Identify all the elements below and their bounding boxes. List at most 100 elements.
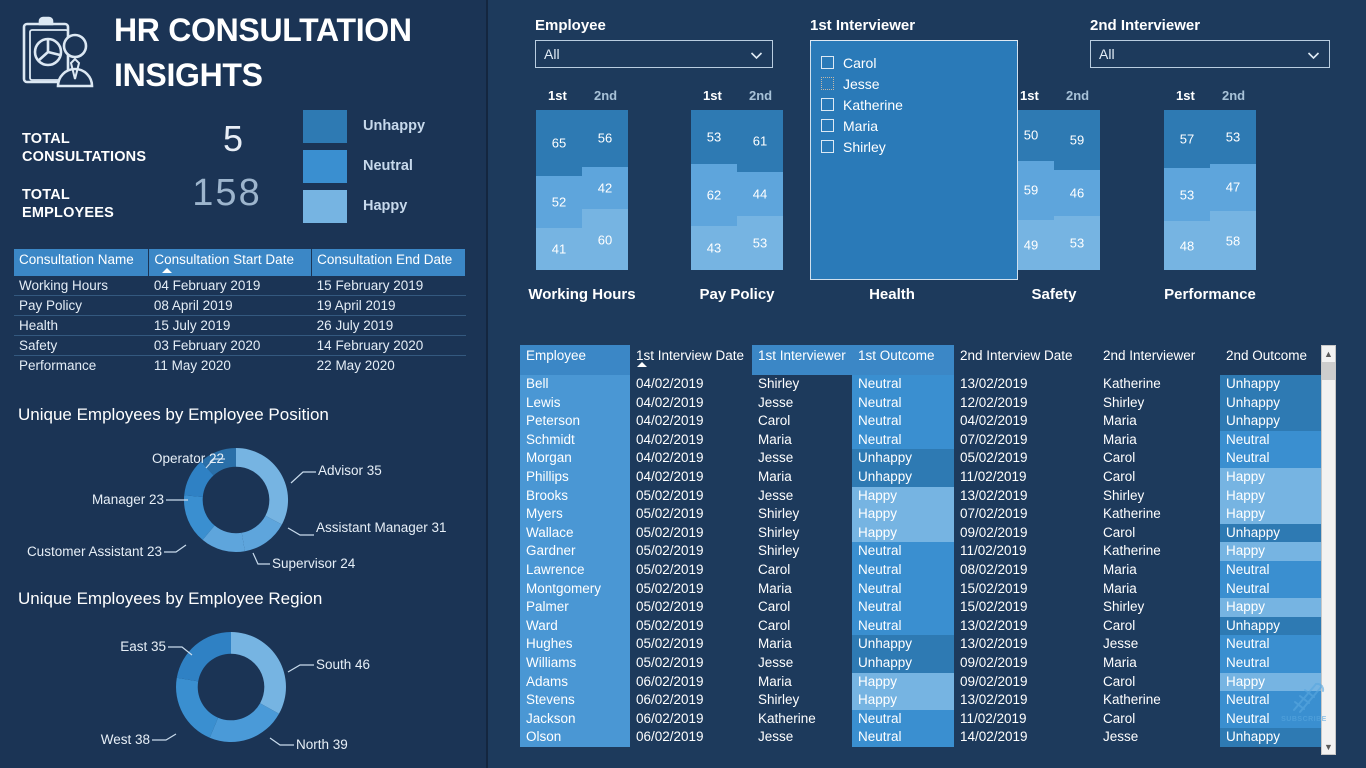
column-header-2nd-interviewer[interactable]: 2nd Interviewer xyxy=(1097,345,1220,375)
checkbox-icon[interactable] xyxy=(821,77,834,90)
column-header-1st-outcome[interactable]: 1st Outcome xyxy=(852,345,954,375)
bar-segment-unhappy[interactable]: 56 xyxy=(582,110,628,167)
chart-performance[interactable]: 1st 2nd 57 53 48 53 47 58 Performance xyxy=(1164,88,1256,303)
bar-segment-happy[interactable]: 53 xyxy=(737,216,783,270)
table-row[interactable]: Stevens 06/02/2019 Shirley Happy 13/02/2019 K… xyxy=(520,691,1322,710)
bar-value-label: 59 xyxy=(1069,132,1085,148)
cell-value: 06/02/2019 xyxy=(630,728,752,747)
bar-segment-happy[interactable]: 60 xyxy=(582,209,628,270)
table-row[interactable]: Hughes 05/02/2019 Maria Unhappy 13/02/2019 Je… xyxy=(520,635,1322,654)
chart-working-hours[interactable]: 1st 2nd 65 52 41 56 42 60 Working Hours xyxy=(528,88,635,303)
bar-column-2nd[interactable]: 61 44 53 xyxy=(737,110,783,270)
bar-value-label: 53 xyxy=(752,235,768,251)
bar-segment-happy[interactable]: 48 xyxy=(1164,221,1210,270)
table-row[interactable]: Montgomery 05/02/2019 Maria Neutral 15/02/20… xyxy=(520,579,1322,599)
chart-pay-policy[interactable]: 1st 2nd 53 62 43 61 44 53 Pay Policy xyxy=(691,88,783,303)
checkbox-icon[interactable] xyxy=(821,140,834,153)
slicer-option-katherine[interactable]: Katherine xyxy=(811,94,1017,115)
table-row[interactable]: Safety 03 February 2020 14 February 2020 xyxy=(14,335,466,356)
cell-value: Shirley xyxy=(752,542,852,561)
table-row[interactable]: Adams 06/02/2019 Maria Happy 09/02/2019 Carol… xyxy=(520,672,1322,692)
cell-value: Carol xyxy=(1097,467,1220,487)
table-row[interactable]: Palmer 05/02/2019 Carol Neutral 15/02/2019 Sh… xyxy=(520,598,1322,617)
bar-segment-unhappy[interactable]: 57 xyxy=(1164,110,1210,168)
table-row[interactable]: Lewis 04/02/2019 Jesse Neutral 12/02/2019 Shi… xyxy=(520,393,1322,413)
slicer-1st-interviewer-menu[interactable]: Carol Jesse Katherine Maria Shirley xyxy=(810,46,1018,280)
bar-value-label: 42 xyxy=(597,180,613,196)
chevron-down-icon[interactable] xyxy=(750,49,763,62)
checkbox-icon[interactable] xyxy=(821,98,834,111)
slicer-option-shirley[interactable]: Shirley xyxy=(811,136,1017,157)
slicer-option-carol[interactable]: Carol xyxy=(811,52,1017,73)
slicer-option-jesse[interactable]: Jesse xyxy=(811,73,1017,94)
bar-column-1st[interactable]: 65 52 41 xyxy=(536,110,582,270)
chevron-down-icon[interactable] xyxy=(1307,49,1320,62)
bar-column-1st[interactable]: 57 53 48 xyxy=(1164,110,1210,270)
table-row[interactable]: Peterson 04/02/2019 Carol Neutral 04/02/2019… xyxy=(520,412,1322,431)
table-row[interactable]: Bell 04/02/2019 Shirley Neutral 13/02/2019 Ka… xyxy=(520,375,1322,394)
slicer-option-maria[interactable]: Maria xyxy=(811,115,1017,136)
table-row[interactable]: Brooks 05/02/2019 Jesse Happy 13/02/2019 Shir… xyxy=(520,486,1322,506)
consultation-table[interactable]: Consultation Name Consultation Start Dat… xyxy=(14,249,466,375)
chart-safety[interactable]: 1st 2nd 50 59 49 59 46 53 Safety xyxy=(1008,88,1100,303)
bar-segment-happy[interactable]: 41 xyxy=(536,228,582,270)
cell-2nd-outcome: Unhappy xyxy=(1220,393,1322,413)
slicer-2nd-interviewer-dropdown[interactable]: All xyxy=(1090,40,1330,68)
column-header-1st-interviewer[interactable]: 1st Interviewer xyxy=(752,345,852,375)
bar-segment-unhappy[interactable]: 61 xyxy=(737,110,783,172)
table-row[interactable]: Health 15 July 2019 26 July 2019 xyxy=(14,315,466,336)
checkbox-icon[interactable] xyxy=(821,56,834,69)
table-row[interactable]: Schmidt 04/02/2019 Maria Neutral 07/02/2019 M… xyxy=(520,430,1322,450)
table-row[interactable]: Wallace 05/02/2019 Shirley Happy 09/02/2019 C… xyxy=(520,523,1322,543)
column-header-2nd-interview-date[interactable]: 2nd Interview Date xyxy=(954,345,1097,375)
bar-segment-unhappy[interactable]: 53 xyxy=(691,110,737,164)
cell-value: 09/02/2019 xyxy=(954,523,1097,543)
bar-segment-neutral[interactable]: 62 xyxy=(691,163,737,227)
bar-segment-happy[interactable]: 58 xyxy=(1210,211,1256,270)
slicer-employee-dropdown[interactable]: All xyxy=(535,40,773,68)
table-row[interactable]: Olson 06/02/2019 Jesse Neutral 14/02/2019 Jes… xyxy=(520,728,1322,747)
table-row[interactable]: Gardner 05/02/2019 Shirley Neutral 11/02/201… xyxy=(520,542,1322,561)
table-row[interactable]: Performance 11 May 2020 22 May 2020 xyxy=(14,355,466,375)
bar-column-2nd[interactable]: 59 46 53 xyxy=(1054,110,1100,270)
bar-segment-happy[interactable]: 53 xyxy=(1054,216,1100,270)
column-header-2nd-outcome[interactable]: 2nd Outcome xyxy=(1220,345,1322,375)
table-row[interactable]: Myers 05/02/2019 Shirley Happy 07/02/2019 Kat… xyxy=(520,505,1322,524)
bar-segment-neutral[interactable]: 46 xyxy=(1054,169,1100,217)
table-row[interactable]: Morgan 04/02/2019 Jesse Unhappy 05/02/2019 Ca… xyxy=(520,449,1322,468)
table-row[interactable]: Pay Policy 08 April 2019 19 April 2019 xyxy=(14,295,466,316)
donut-label-supervisor: Supervisor 24 xyxy=(272,556,356,571)
bar-column-2nd[interactable]: 56 42 60 xyxy=(582,110,628,270)
table-row[interactable]: Working Hours 04 February 2019 15 February… xyxy=(14,276,466,296)
cell-1st-outcome: Neutral xyxy=(852,579,954,599)
column-header-1st-interview-date[interactable]: 1st Interview Date xyxy=(630,345,752,375)
table-row[interactable]: Lawrence 05/02/2019 Carol Neutral 08/02/2019… xyxy=(520,560,1322,580)
col-consultation-start-date[interactable]: Consultation Start Date xyxy=(148,249,313,276)
scroll-up-arrow-icon[interactable]: ▲ xyxy=(1322,346,1335,361)
table-row[interactable]: Phillips 04/02/2019 Maria Unhappy 11/02/2019… xyxy=(520,467,1322,487)
bar-segment-neutral[interactable]: 52 xyxy=(536,175,582,229)
scroll-down-arrow-icon[interactable]: ▼ xyxy=(1322,739,1335,754)
bar-segment-happy[interactable]: 43 xyxy=(691,226,737,270)
col-consultation-name[interactable]: Consultation Name xyxy=(14,249,150,276)
bar-segment-unhappy[interactable]: 53 xyxy=(1210,110,1256,164)
col-consultation-end-date[interactable]: Consultation End Date xyxy=(311,249,466,276)
bar-segment-unhappy[interactable]: 65 xyxy=(536,110,582,176)
table-row[interactable]: Jackson 06/02/2019 Katherine Neutral 11/02/2… xyxy=(520,709,1322,729)
bar-segment-unhappy[interactable]: 59 xyxy=(1054,110,1100,170)
table-row[interactable]: Ward 05/02/2019 Carol Neutral 13/02/2019 Caro… xyxy=(520,616,1322,636)
bar-column-1st[interactable]: 53 62 43 xyxy=(691,110,737,270)
page-title: HR CONSULTATION INSIGHTS xyxy=(114,12,412,93)
column-header-employee[interactable]: Employee xyxy=(520,345,630,375)
scrollbar-thumb[interactable] xyxy=(1322,362,1335,380)
bar-segment-neutral[interactable]: 42 xyxy=(582,166,628,210)
bar-segment-neutral[interactable]: 47 xyxy=(1210,163,1256,212)
bar-column-2nd[interactable]: 53 47 58 xyxy=(1210,110,1256,270)
checkbox-icon[interactable] xyxy=(821,119,834,132)
bar-segment-neutral[interactable]: 53 xyxy=(1164,167,1210,222)
bar-segment-neutral[interactable]: 44 xyxy=(737,171,783,217)
cell-2nd-outcome: Unhappy xyxy=(1220,375,1322,394)
interview-details-table[interactable]: Employee 1st Interview Date 1st Interviewe… xyxy=(520,345,1336,755)
table-row[interactable]: Williams 05/02/2019 Jesse Unhappy 09/02/2019… xyxy=(520,653,1322,673)
bar-value-label: 41 xyxy=(551,241,567,257)
